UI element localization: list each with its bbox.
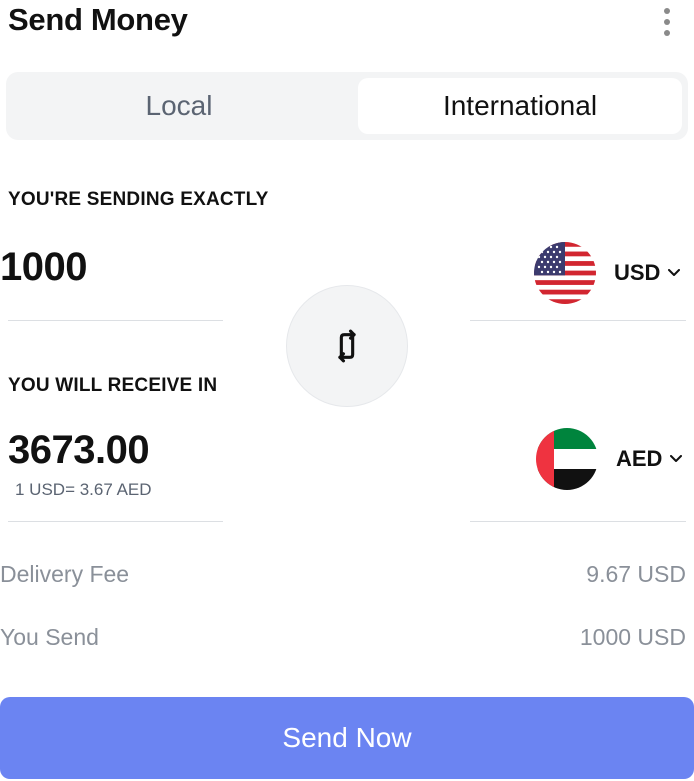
sending-label: YOU'RE SENDING EXACTLY — [8, 189, 269, 210]
kebab-dot — [664, 19, 670, 25]
transfer-type-toggle: Local International — [6, 72, 688, 140]
exchange-rate: 1 USD= 3.67 AED — [15, 480, 152, 499]
header-title: Send Money — [8, 2, 188, 37]
us-flag-icon — [534, 242, 596, 304]
send-amount-divider-left — [8, 320, 223, 321]
uae-flag-icon — [536, 428, 598, 490]
delivery-fee-label: Delivery Fee — [0, 561, 130, 587]
tab-international[interactable]: International — [358, 78, 682, 134]
chevron-down-icon — [670, 455, 683, 462]
send-amount-divider-right — [470, 320, 686, 321]
more-options-button[interactable] — [660, 8, 674, 36]
receiving-label: YOU WILL RECEIVE IN — [8, 375, 218, 396]
delivery-fee-value: 9.67 USD — [586, 561, 686, 587]
chevron-down-icon — [668, 269, 681, 276]
you-send-value: 1000 USD — [579, 624, 686, 650]
send-currency-select[interactable]: USD — [614, 260, 681, 286]
receive-currency-label: AED — [616, 446, 663, 471]
swap-currencies-button[interactable] — [286, 285, 408, 407]
send-amount-input[interactable]: 1000 — [0, 245, 87, 290]
you-send-label: You Send — [0, 624, 99, 650]
receive-currency-select[interactable]: AED — [616, 446, 683, 472]
receive-amount-divider-left — [8, 521, 223, 522]
tab-local[interactable]: Local — [12, 78, 346, 134]
receive-amount-divider-right — [470, 521, 686, 522]
more-vertical-icon — [664, 8, 670, 14]
send-currency-label: USD — [614, 260, 661, 285]
send-now-button[interactable]: Send Now — [0, 697, 694, 779]
swap-arrows-icon — [338, 329, 356, 363]
receive-amount: 3673.00 — [8, 428, 150, 472]
kebab-dot — [664, 30, 670, 36]
